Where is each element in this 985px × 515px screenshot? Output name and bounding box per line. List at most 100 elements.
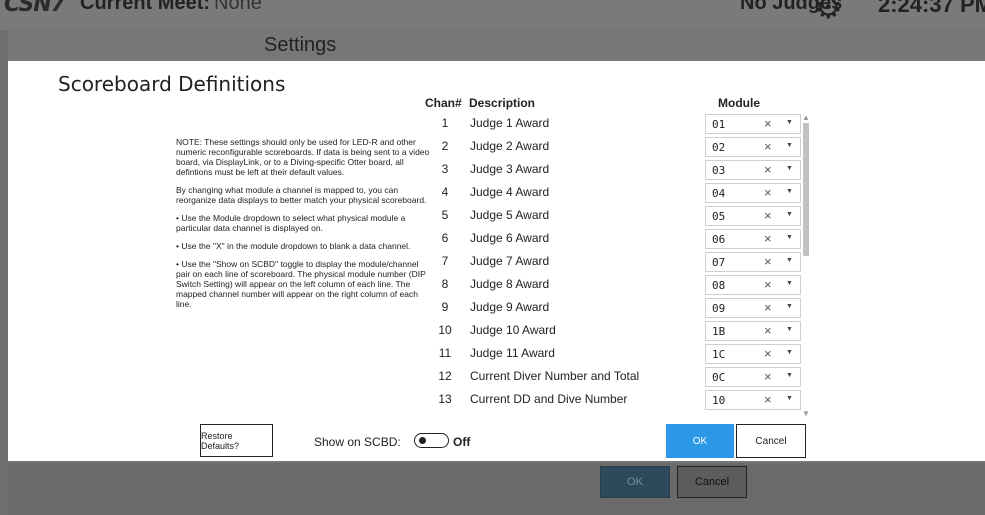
module-dropdown[interactable]: 06 × ▼ — [705, 229, 801, 249]
settings-footer — [8, 463, 985, 515]
channel-list: 1 Judge 1 Award 01 × ▼ 2 Judge 2 Award 02 × ▼ 3 Jud… — [425, 113, 825, 419]
chevron-down-icon[interactable]: ▼ — [786, 326, 793, 333]
module-value: 08 — [712, 279, 726, 292]
channel-row: 10 Judge 10 Award 1B × ▼ — [425, 320, 825, 343]
gear-icon[interactable]: ⚙ — [814, 0, 843, 26]
channel-row: 1 Judge 1 Award 01 × ▼ — [425, 113, 825, 136]
show-on-scbd-toggle[interactable] — [414, 433, 449, 448]
ok-button[interactable]: OK — [666, 424, 734, 458]
note-paragraph: • Use the Module dropdown to select what… — [176, 213, 406, 233]
clear-module-icon[interactable]: × — [764, 208, 772, 223]
module-dropdown[interactable]: 10 × ▼ — [705, 390, 801, 410]
module-value: 0C — [712, 371, 726, 384]
channel-description: Current DD and Dive Number — [470, 392, 628, 406]
module-value: 07 — [712, 256, 726, 269]
channel-description: Judge 4 Award — [470, 185, 550, 199]
app-logo: CSN7 — [4, 0, 66, 17]
toggle-state-label: Off — [453, 435, 471, 449]
scroll-thumb[interactable] — [803, 123, 809, 256]
module-value: 1B — [712, 325, 726, 338]
scroll-up-arrow-icon[interactable]: ▲ — [801, 113, 811, 123]
column-header-module: Module — [718, 96, 760, 110]
channel-description: Judge 11 Award — [470, 346, 555, 360]
channel-list-scrollbar[interactable]: ▲ ▼ — [801, 113, 811, 419]
settings-title: Settings — [264, 34, 337, 56]
channel-number: 8 — [441, 277, 449, 291]
clear-module-icon[interactable]: × — [764, 162, 772, 177]
module-dropdown[interactable]: 05 × ▼ — [705, 206, 801, 226]
module-dropdown[interactable]: 09 × ▼ — [705, 298, 801, 318]
module-dropdown[interactable]: 03 × ▼ — [705, 160, 801, 180]
module-dropdown[interactable]: 07 × ▼ — [705, 252, 801, 272]
clear-module-icon[interactable]: × — [764, 300, 772, 315]
clear-module-icon[interactable]: × — [764, 116, 772, 131]
clear-module-icon[interactable]: × — [764, 277, 772, 292]
channel-description: Judge 10 Award — [470, 323, 556, 337]
module-dropdown[interactable]: 1C × ▼ — [705, 344, 801, 364]
restore-defaults-button[interactable]: Restore Defaults? — [200, 424, 273, 457]
channel-row: 7 Judge 7 Award 07 × ▼ — [425, 251, 825, 274]
note-paragraph: • Use the "Show on SCBD" toggle to displ… — [176, 259, 426, 309]
channel-row: 4 Judge 4 Award 04 × ▼ — [425, 182, 825, 205]
clear-module-icon[interactable]: × — [764, 323, 772, 338]
column-header-description: Description — [469, 96, 536, 110]
clear-module-icon[interactable]: × — [764, 346, 772, 361]
chevron-down-icon[interactable]: ▼ — [786, 119, 793, 126]
module-value: 03 — [712, 164, 726, 177]
note-paragraph: By changing what module a channel is map… — [176, 185, 427, 205]
settings-cancel-button[interactable]: Cancel — [677, 466, 747, 498]
channel-number: 6 — [441, 231, 449, 245]
channel-row: 6 Judge 6 Award 06 × ▼ — [425, 228, 825, 251]
chevron-down-icon[interactable]: ▼ — [786, 142, 793, 149]
module-dropdown[interactable]: 01 × ▼ — [705, 114, 801, 134]
clear-module-icon[interactable]: × — [764, 392, 772, 407]
chevron-down-icon[interactable]: ▼ — [786, 395, 793, 402]
cancel-button[interactable]: Cancel — [736, 424, 806, 458]
channel-row: 3 Judge 3 Award 03 × ▼ — [425, 159, 825, 182]
module-value: 06 — [712, 233, 726, 246]
channel-row: 12 Current Diver Number and Total 0C × ▼ — [425, 366, 825, 389]
chevron-down-icon[interactable]: ▼ — [786, 165, 793, 172]
clear-module-icon[interactable]: × — [764, 185, 772, 200]
chevron-down-icon[interactable]: ▼ — [786, 257, 793, 264]
column-header-chan: Chan# — [425, 96, 462, 110]
module-dropdown[interactable]: 02 × ▼ — [705, 137, 801, 157]
scroll-down-arrow-icon[interactable]: ▼ — [801, 409, 811, 419]
module-value: 05 — [712, 210, 726, 223]
chevron-down-icon[interactable]: ▼ — [786, 280, 793, 287]
channel-description: Judge 1 Award — [470, 116, 550, 130]
chevron-down-icon[interactable]: ▼ — [786, 303, 793, 310]
channel-row: 13 Current DD and Dive Number 10 × ▼ — [425, 389, 825, 412]
module-value: 04 — [712, 187, 726, 200]
settings-ok-button[interactable]: OK — [600, 466, 670, 498]
clear-module-icon[interactable]: × — [764, 139, 772, 154]
clear-module-icon[interactable]: × — [764, 254, 772, 269]
chevron-down-icon[interactable]: ▼ — [786, 211, 793, 218]
clear-module-icon[interactable]: × — [764, 231, 772, 246]
module-dropdown[interactable]: 1B × ▼ — [705, 321, 801, 341]
module-dropdown[interactable]: 04 × ▼ — [705, 183, 801, 203]
chevron-down-icon[interactable]: ▼ — [786, 188, 793, 195]
channel-number: 2 — [441, 139, 449, 153]
channel-number: 9 — [441, 300, 449, 314]
module-dropdown[interactable]: 08 × ▼ — [705, 275, 801, 295]
dialog-title: Scoreboard Definitions — [58, 72, 286, 96]
channel-description: Judge 6 Award — [470, 231, 550, 245]
channel-number: 11 — [438, 346, 452, 360]
instructions-note: NOTE: These settings should only be used… — [176, 137, 430, 317]
chevron-down-icon[interactable]: ▼ — [786, 234, 793, 241]
module-value: 1C — [712, 348, 726, 361]
channel-row: 11 Judge 11 Award 1C × ▼ — [425, 343, 825, 366]
clear-module-icon[interactable]: × — [764, 369, 772, 384]
module-dropdown[interactable]: 0C × ▼ — [705, 367, 801, 387]
channel-number: 10 — [438, 323, 452, 337]
app-header: CSN7 Current Meet: None No Judges ⚙ 2:24… — [0, 0, 985, 30]
chevron-down-icon[interactable]: ▼ — [786, 372, 793, 379]
current-meet-label: Current Meet: — [80, 0, 211, 14]
chevron-down-icon[interactable]: ▼ — [786, 349, 793, 356]
channel-description: Judge 5 Award — [470, 208, 550, 222]
channel-description: Judge 7 Award — [470, 254, 550, 268]
scoreboard-definitions-dialog: Scoreboard Definitions NOTE: These setti… — [8, 61, 985, 461]
channel-number: 5 — [441, 208, 449, 222]
channel-number: 1 — [441, 116, 449, 130]
